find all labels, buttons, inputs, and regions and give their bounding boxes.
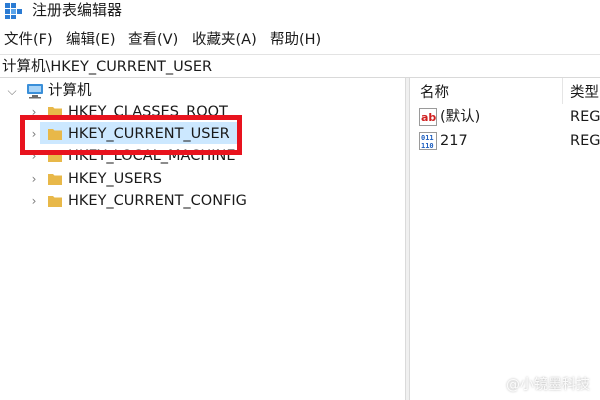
address-bar[interactable]: 计算机\HKEY_CURRENT_USER xyxy=(0,54,600,78)
value-type: REG_ xyxy=(570,109,600,125)
values-list-pane[interactable]: 名称 类型 ab (默认) REG_ 011 110 217 REG_ xyxy=(410,78,600,400)
title-bar: 注册表编辑器 xyxy=(0,0,600,24)
menu-favorites[interactable]: 收藏夹(A) xyxy=(192,30,257,50)
svg-text:011: 011 xyxy=(421,134,434,142)
value-name: 217 xyxy=(440,133,468,149)
binary-value-icon: 011 110 xyxy=(419,132,437,150)
svg-text:110: 110 xyxy=(421,142,434,150)
folder-icon xyxy=(48,174,62,185)
menu-view[interactable]: 查看(V) xyxy=(128,30,178,50)
column-divider[interactable] xyxy=(562,78,563,104)
chevron-right-icon[interactable]: › xyxy=(28,190,40,212)
computer-icon xyxy=(27,84,43,99)
tree-root-computer[interactable]: ⌵ 计算机 xyxy=(0,80,220,102)
tree-item-hkey-current-config[interactable]: › HKEY_CURRENT_CONFIG xyxy=(0,190,280,212)
menu-edit[interactable]: 编辑(E) xyxy=(66,30,115,50)
menu-bar: 文件(F) 编辑(E) 查看(V) 收藏夹(A) 帮助(H) xyxy=(0,28,600,52)
annotation-highlight-box xyxy=(20,115,242,155)
menu-file[interactable]: 文件(F) xyxy=(4,30,53,50)
column-header-name[interactable]: 名称 xyxy=(420,84,449,102)
chevron-right-icon[interactable]: › xyxy=(28,168,40,190)
string-value-icon: ab xyxy=(419,108,437,126)
tree-item-label: HKEY_USERS xyxy=(68,171,162,187)
tree-item-label: HKEY_CURRENT_CONFIG xyxy=(68,193,247,209)
folder-icon xyxy=(48,196,62,207)
tree-item-hkey-users[interactable]: › HKEY_USERS xyxy=(0,168,260,190)
address-path: 计算机\HKEY_CURRENT_USER xyxy=(2,59,213,75)
tree-root-label: 计算机 xyxy=(48,83,92,99)
value-row[interactable]: 011 110 217 REG_ xyxy=(410,130,600,152)
menu-help[interactable]: 帮助(H) xyxy=(270,30,321,50)
svg-text:ab: ab xyxy=(421,111,436,124)
value-name: (默认) xyxy=(440,109,481,125)
watermark-text: @小镜墨科技 xyxy=(506,377,590,393)
value-row[interactable]: ab (默认) REG_ xyxy=(410,106,600,128)
chevron-down-icon[interactable]: ⌵ xyxy=(6,80,18,102)
value-type: REG_ xyxy=(570,133,600,149)
column-header-type[interactable]: 类型 xyxy=(570,84,599,102)
window-title: 注册表编辑器 xyxy=(32,1,123,19)
regedit-icon xyxy=(5,3,22,19)
